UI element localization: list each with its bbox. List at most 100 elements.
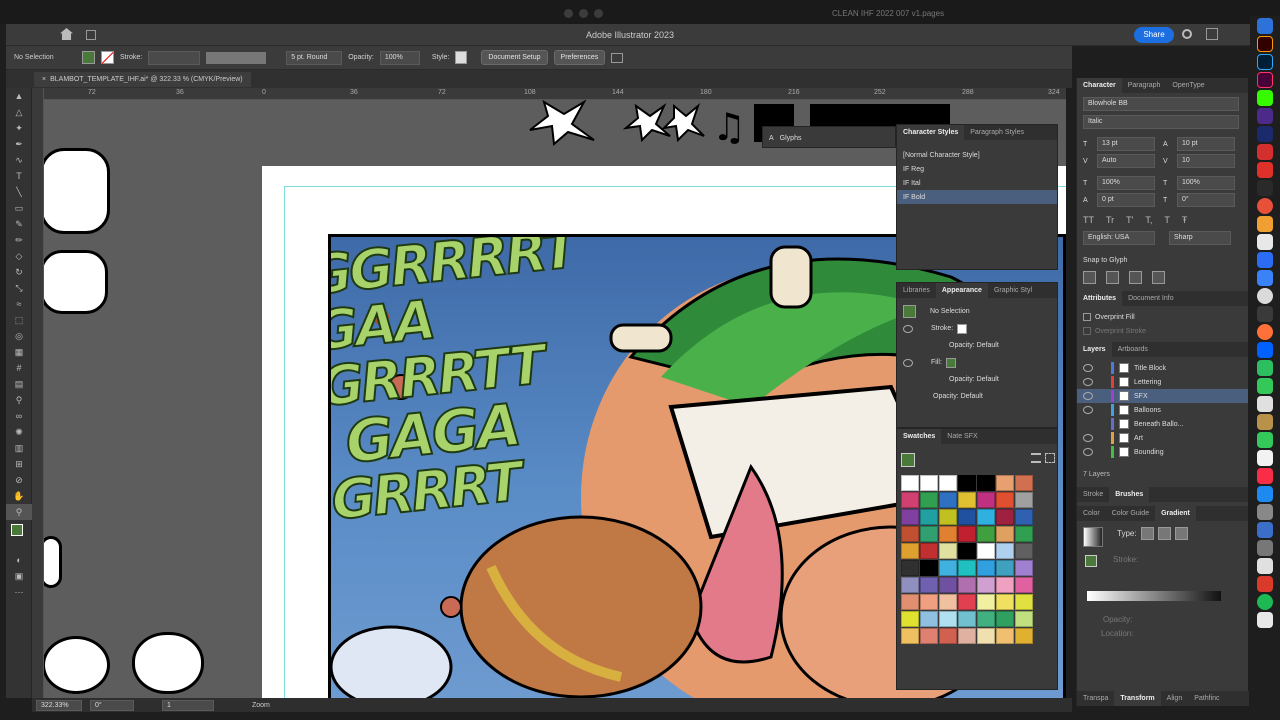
swatch[interactable]	[958, 543, 976, 559]
swatch[interactable]	[920, 577, 938, 593]
burst-shape[interactable]	[44, 536, 62, 588]
preferences-button[interactable]: Preferences	[553, 50, 606, 65]
rotate-tool-icon[interactable]: ↻	[6, 264, 32, 280]
calendar-app-icon[interactable]	[1257, 396, 1273, 412]
appearance-row[interactable]: Opacity: Default	[897, 371, 1057, 388]
arrange-icon[interactable]	[1206, 28, 1218, 40]
style-swatch[interactable]	[455, 51, 468, 64]
paintbrush-tool-icon[interactable]: ✎	[6, 216, 32, 232]
swatch[interactable]	[977, 492, 995, 508]
gradient-type-buttons[interactable]	[1141, 527, 1188, 540]
overprint-fill-checkbox[interactable]	[1083, 313, 1091, 321]
swatch[interactable]	[920, 611, 938, 627]
dreamweaver-app-icon[interactable]	[1257, 90, 1273, 106]
fill-swatch[interactable]	[945, 357, 956, 368]
app-icon[interactable]	[1257, 180, 1273, 196]
tab-attributes[interactable]: Attributes	[1077, 291, 1123, 306]
app-icon[interactable]	[1257, 612, 1273, 628]
hand-tool-icon[interactable]: ✋	[6, 488, 32, 504]
workspace-icon[interactable]	[86, 30, 96, 40]
document-setup-button[interactable]: Document Setup	[481, 50, 548, 65]
app-icon[interactable]	[1257, 198, 1273, 214]
eyedropper-tool-icon[interactable]: ⚲	[6, 392, 32, 408]
swatch[interactable]	[939, 543, 957, 559]
pencil-tool-icon[interactable]: ✏	[6, 232, 32, 248]
warp-tool-icon[interactable]: ≈	[6, 296, 32, 312]
swatch[interactable]	[901, 543, 919, 559]
swatch[interactable]	[939, 611, 957, 627]
facetime-app-icon[interactable]	[1257, 378, 1273, 394]
swatch[interactable]	[920, 543, 938, 559]
system-settings-icon[interactable]	[1257, 504, 1273, 520]
swatch[interactable]	[996, 543, 1014, 559]
slice-tool-icon[interactable]: ⊘	[6, 472, 32, 488]
acrobat-app-icon[interactable]	[1257, 144, 1273, 160]
variable-width-profile[interactable]	[206, 51, 267, 64]
swatch[interactable]	[901, 509, 919, 525]
layer-row[interactable]: Art	[1077, 431, 1248, 445]
swatch[interactable]	[901, 475, 919, 491]
tab-opentype[interactable]: OpenType	[1166, 78, 1210, 93]
symbol-sprayer-icon[interactable]: ✺	[6, 424, 32, 440]
grid-view-icon[interactable]	[1045, 453, 1055, 463]
swatch[interactable]	[939, 577, 957, 593]
tab-nate-sfx[interactable]: Nate SFX	[941, 429, 983, 444]
overprint-stroke-checkbox[interactable]	[1083, 327, 1091, 335]
photos-app-icon[interactable]	[1257, 450, 1273, 466]
type-tool-icon[interactable]: T	[6, 168, 32, 184]
swatch[interactable]	[977, 509, 995, 525]
free-transform-tool-icon[interactable]: ⬚	[6, 312, 32, 328]
swatch[interactable]	[977, 611, 995, 627]
layer-row[interactable]: Title Block	[1077, 361, 1248, 375]
swatch[interactable]	[1015, 543, 1033, 559]
snap-options[interactable]	[1077, 267, 1248, 287]
swatch-fill-indicator[interactable]	[901, 453, 915, 467]
layer-row[interactable]: SFX	[1077, 389, 1248, 403]
stroke-swatch[interactable]	[957, 323, 968, 334]
swatch[interactable]	[958, 594, 976, 610]
zoom-tool-icon[interactable]: ⚲	[6, 504, 32, 520]
artboard-tool-icon[interactable]: ⊞	[6, 456, 32, 472]
swatch-grid[interactable]	[901, 475, 1033, 644]
graph-tool-icon[interactable]: ▥	[6, 440, 32, 456]
horizontal-scale-field[interactable]: 100%	[1177, 176, 1235, 190]
swatch[interactable]	[920, 560, 938, 576]
swatch[interactable]	[901, 611, 919, 627]
stroke-weight-field[interactable]	[148, 50, 201, 65]
swatch[interactable]	[958, 492, 976, 508]
gradient-fill-indicator[interactable]	[1085, 555, 1097, 567]
tab-paragraph[interactable]: Paragraph	[1122, 78, 1167, 93]
appearance-row[interactable]: Stroke:	[897, 320, 1057, 337]
window-controls[interactable]	[564, 9, 609, 20]
swatch[interactable]	[901, 628, 919, 644]
app-icon[interactable]	[1257, 216, 1273, 232]
artboard-navigation[interactable]: 1	[162, 699, 214, 711]
eraser-tool-icon[interactable]: ◇	[6, 248, 32, 264]
swatch[interactable]	[1015, 492, 1033, 508]
tab-appearance[interactable]: Appearance	[935, 283, 988, 298]
tab-pathfinder[interactable]: Pathfinc	[1188, 691, 1225, 706]
app-icon[interactable]	[1257, 540, 1273, 556]
vertical-scale-field[interactable]: 100%	[1097, 176, 1155, 190]
more-tools-icon[interactable]: ⋯	[6, 584, 32, 600]
chrome-app-icon[interactable]	[1257, 288, 1273, 304]
sfx-lettering[interactable]: GGRRRRT GAA GRRRTT GAGA GRRRT	[331, 237, 737, 567]
tab-libraries[interactable]: Libraries	[897, 283, 936, 298]
blend-tool-icon[interactable]: ∞	[6, 408, 32, 424]
share-button[interactable]: Share	[1134, 27, 1174, 43]
swatch[interactable]	[939, 526, 957, 542]
selection-tool-icon[interactable]: ▲	[6, 88, 32, 104]
swatch[interactable]	[1015, 526, 1033, 542]
perspective-grid-icon[interactable]: ▦	[6, 344, 32, 360]
list-item[interactable]: [Normal Character Style]	[897, 148, 1057, 162]
tab-color-guide[interactable]: Color Guide	[1106, 506, 1155, 521]
tab-stroke[interactable]: Stroke	[1077, 487, 1109, 502]
swatch[interactable]	[1015, 475, 1033, 491]
swatch[interactable]	[920, 594, 938, 610]
swatch[interactable]	[939, 560, 957, 576]
swatch[interactable]	[958, 526, 976, 542]
list-item[interactable]: IF Ital	[897, 176, 1057, 190]
magic-wand-icon[interactable]: ✦	[6, 120, 32, 136]
swatch[interactable]	[901, 526, 919, 542]
zoom-field[interactable]: 322.33%	[36, 699, 82, 711]
